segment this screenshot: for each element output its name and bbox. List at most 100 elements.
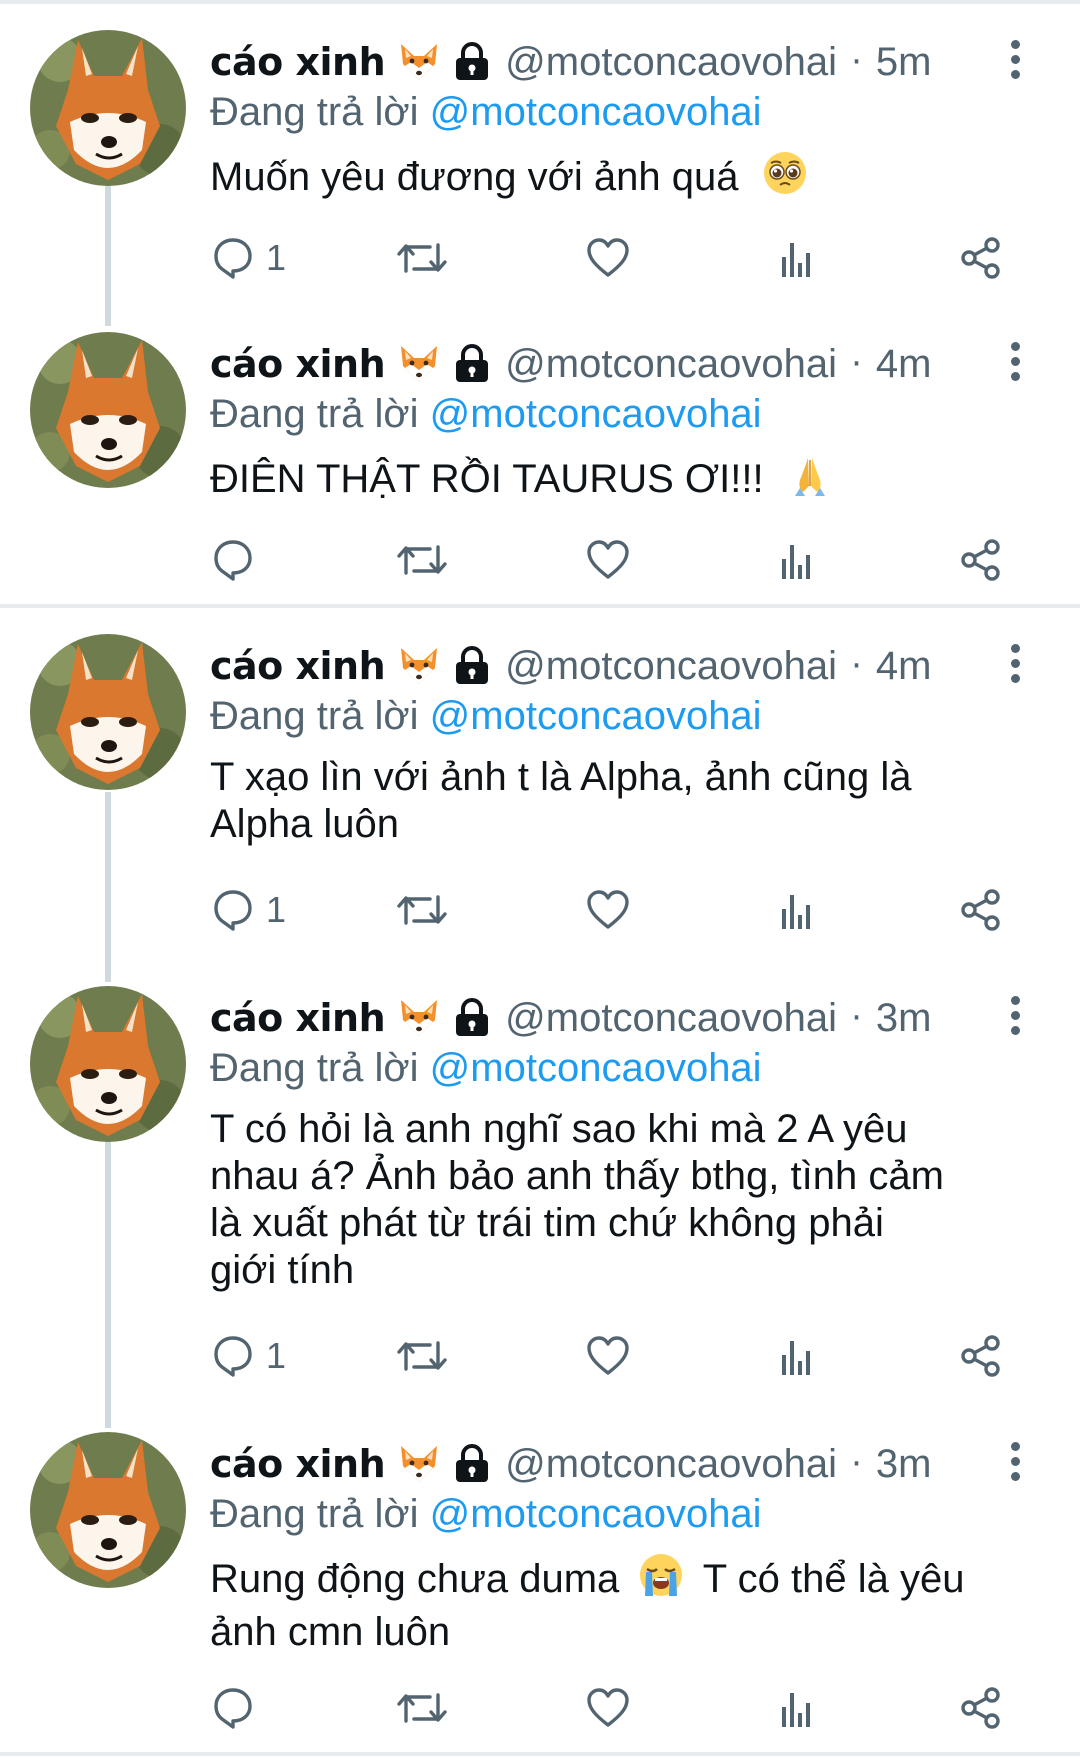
- replying-to: Đang trả lời @motconcaovohai: [210, 90, 762, 135]
- timestamp[interactable]: 4m: [876, 342, 932, 387]
- avatar[interactable]: [30, 634, 186, 790]
- separator-dot: ·: [851, 344, 862, 384]
- reply-count: 1: [266, 237, 287, 278]
- like-button[interactable]: [585, 530, 631, 590]
- more-icon[interactable]: [1000, 638, 1030, 688]
- user-handle[interactable]: @motconcaovohai: [505, 644, 837, 689]
- tweet-text-line: Muốn yêu đương với ảnh quá: [210, 155, 739, 199]
- share-button[interactable]: [958, 530, 1004, 590]
- user-handle[interactable]: @motconcaovohai: [505, 1442, 837, 1487]
- retweet-button[interactable]: [396, 228, 448, 288]
- retweet-icon: [397, 895, 447, 925]
- display-name[interactable]: cáo xinh: [210, 1442, 386, 1486]
- tweet[interactable]: cáo xinh @motconcaovohai · 5m Đang trả l…: [0, 6, 1080, 306]
- more-icon[interactable]: [1000, 990, 1030, 1040]
- views-button[interactable]: [774, 1678, 820, 1738]
- timestamp[interactable]: 5m: [876, 40, 932, 85]
- retweet-button[interactable]: [396, 1326, 448, 1386]
- like-icon: [587, 540, 629, 579]
- share-button[interactable]: [958, 1678, 1004, 1738]
- retweet-button[interactable]: [396, 1678, 448, 1738]
- reply-mention-link[interactable]: @motconcaovohai: [430, 1046, 762, 1090]
- tweet-text-line: ĐIÊN THẬT RỒI TAURUS ƠI!!!: [210, 457, 764, 501]
- timestamp[interactable]: 3m: [876, 1442, 932, 1487]
- fox-emoji-icon: [397, 342, 441, 386]
- reply-button[interactable]: [210, 1678, 256, 1738]
- views-icon: [782, 1693, 810, 1727]
- avatar[interactable]: [30, 30, 186, 186]
- bottom-divider: [0, 1752, 1080, 1756]
- display-name[interactable]: cáo xinh: [210, 342, 386, 386]
- reply-button[interactable]: 1: [210, 880, 286, 940]
- like-button[interactable]: [585, 880, 631, 940]
- like-icon: [587, 238, 629, 277]
- timestamp[interactable]: 4m: [876, 644, 932, 689]
- more-icon[interactable]: [1000, 1436, 1030, 1486]
- user-handle[interactable]: @motconcaovohai: [505, 996, 837, 1041]
- reply-mention-link[interactable]: @motconcaovohai: [430, 1492, 762, 1536]
- share-icon: [961, 539, 1000, 581]
- replying-to-label: Đang trả lời: [210, 694, 419, 738]
- replying-to: Đang trả lời @motconcaovohai: [210, 694, 762, 739]
- views-button[interactable]: [774, 880, 820, 940]
- user-handle[interactable]: @motconcaovohai: [505, 40, 837, 85]
- timestamp[interactable]: 3m: [876, 996, 932, 1041]
- share-button[interactable]: [958, 228, 1004, 288]
- reply-button[interactable]: [210, 530, 256, 590]
- lock-icon: [453, 998, 491, 1038]
- tweet-text-line: nhau á? Ảnh bảo anh thấy bthg, tình cảm: [210, 1154, 944, 1198]
- avatar[interactable]: [30, 1432, 186, 1588]
- action-bar: [210, 530, 1020, 590]
- replying-to: Đang trả lời @motconcaovohai: [210, 1492, 762, 1537]
- user-handle[interactable]: @motconcaovohai: [505, 342, 837, 387]
- tweet[interactable]: cáo xinh @motconcaovohai · 4m Đang trả l…: [0, 308, 1080, 604]
- replying-to: Đang trả lời @motconcaovohai: [210, 392, 762, 437]
- tweet[interactable]: cáo xinh @motconcaovohai · 4m Đang trả l…: [0, 610, 1080, 960]
- reply-button[interactable]: 1: [210, 228, 286, 288]
- tweet-header: cáo xinh @motconcaovohai · 4m: [210, 336, 931, 392]
- replying-to-label: Đang trả lời: [210, 90, 419, 134]
- views-button[interactable]: [774, 530, 820, 590]
- action-bar: 1: [210, 880, 1020, 940]
- reply-mention-link[interactable]: @motconcaovohai: [430, 392, 762, 436]
- retweet-button[interactable]: [396, 530, 448, 590]
- reply-mention-link[interactable]: @motconcaovohai: [430, 90, 762, 134]
- tweet-text: Rung động chưa duma T có thể là yêu ảnh …: [210, 1552, 1030, 1656]
- avatar[interactable]: [30, 332, 186, 488]
- display-name[interactable]: cáo xinh: [210, 40, 386, 84]
- tweet[interactable]: cáo xinh @motconcaovohai · 3m Đang trả l…: [0, 962, 1080, 1402]
- reply-button[interactable]: 1: [210, 1326, 286, 1386]
- retweet-button[interactable]: [396, 880, 448, 940]
- separator-dot: ·: [851, 646, 862, 686]
- tweet-header: cáo xinh @motconcaovohai · 3m: [210, 990, 931, 1046]
- tweet-text: T xạo lìn với ảnh t là Alpha, ảnh cũng l…: [210, 754, 1030, 848]
- tweet[interactable]: cáo xinh @motconcaovohai · 3m Đang trả l…: [0, 1408, 1080, 1752]
- more-icon[interactable]: [1000, 34, 1030, 84]
- display-name[interactable]: cáo xinh: [210, 996, 386, 1040]
- share-button[interactable]: [958, 880, 1004, 940]
- like-button[interactable]: [585, 1678, 631, 1738]
- views-icon: [782, 545, 810, 579]
- reply-icon: [214, 1688, 252, 1729]
- like-button[interactable]: [585, 1326, 631, 1386]
- fox-emoji-icon: [397, 40, 441, 84]
- pleading-face-emoji-icon: [762, 150, 808, 207]
- fox-emoji-icon: [397, 644, 441, 688]
- share-button[interactable]: [958, 1326, 1004, 1386]
- reply-mention-link[interactable]: @motconcaovohai: [430, 694, 762, 738]
- share-icon: [961, 1335, 1000, 1377]
- retweet-icon: [397, 545, 447, 575]
- display-name[interactable]: cáo xinh: [210, 644, 386, 688]
- views-button[interactable]: [774, 1326, 820, 1386]
- views-button[interactable]: [774, 228, 820, 288]
- tweet-text-line: T xạo lìn với ảnh t là Alpha, ảnh cũng l…: [210, 755, 912, 799]
- avatar[interactable]: [30, 986, 186, 1142]
- like-button[interactable]: [585, 228, 631, 288]
- fox-emoji-icon: [397, 996, 441, 1040]
- action-bar: 1: [210, 228, 1020, 288]
- more-icon[interactable]: [1000, 336, 1030, 386]
- lock-icon: [453, 42, 491, 82]
- tweet-header: cáo xinh @motconcaovohai · 5m: [210, 34, 931, 90]
- tweet-text-line: ảnh cmn luôn: [210, 1610, 451, 1654]
- share-icon: [961, 1687, 1000, 1729]
